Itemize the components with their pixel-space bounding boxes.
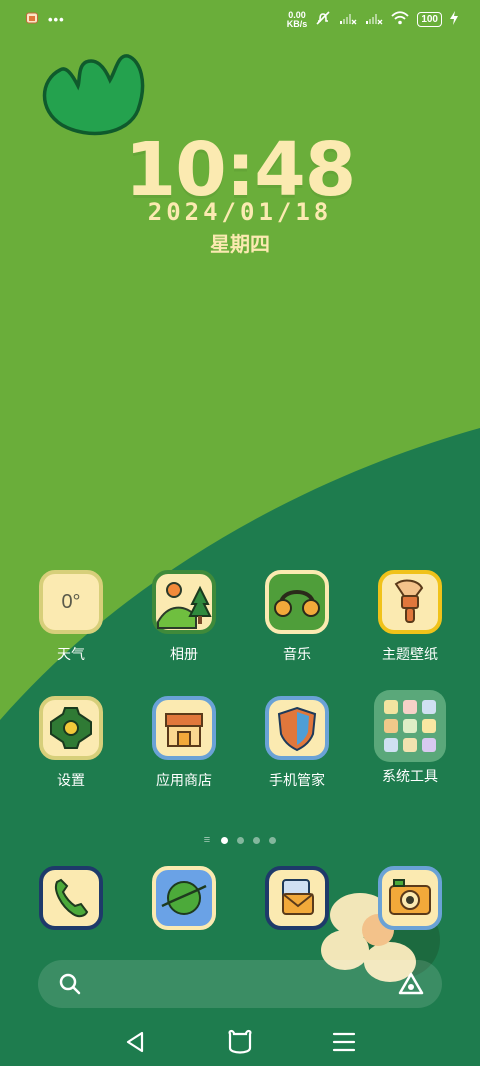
assistant-icon[interactable] xyxy=(398,972,424,1001)
app-settings[interactable]: 设置 xyxy=(16,696,126,790)
search-icon[interactable] xyxy=(58,972,82,1001)
app-gallery[interactable]: 相册 xyxy=(129,570,239,664)
app-store[interactable]: 应用商店 xyxy=(129,696,239,790)
clock-widget[interactable]: 10:48 2024/01/18 星期四 xyxy=(0,130,480,257)
system-tools-folder-icon xyxy=(374,690,446,762)
status-bar: ••• 0.00 KB/s 100 xyxy=(0,0,480,44)
wifi-icon xyxy=(391,11,409,28)
page-dot[interactable] xyxy=(221,836,229,844)
weather-temperature: 0° xyxy=(61,590,81,613)
page-list-icon[interactable]: ≡ xyxy=(204,834,210,846)
signal-1-icon xyxy=(339,11,357,28)
gallery-icon xyxy=(152,570,216,634)
net-speed: 0.00 KB/s xyxy=(286,9,308,29)
phone-manager-icon xyxy=(265,696,329,760)
dock-messages[interactable] xyxy=(242,866,352,930)
weather-icon: 0° xyxy=(39,570,103,634)
app-weather[interactable]: 0° 天气 xyxy=(16,570,126,664)
page-dot[interactable] xyxy=(269,836,277,844)
app-themes[interactable]: 主题壁纸 xyxy=(355,570,465,664)
app-label: 天气 xyxy=(57,646,85,662)
clock-date: 2024/01/18 xyxy=(147,198,333,226)
app-label: 设置 xyxy=(57,772,85,788)
navigation-bar xyxy=(0,1018,480,1066)
dock-camera[interactable] xyxy=(355,866,465,930)
dock-phone[interactable] xyxy=(16,866,126,930)
app-label: 主题壁纸 xyxy=(382,646,438,662)
search-bar[interactable] xyxy=(38,960,442,1008)
page-dot[interactable] xyxy=(237,836,245,844)
app-phone-manager[interactable]: 手机管家 xyxy=(242,696,352,790)
signal-2-icon xyxy=(365,11,383,28)
page-dot[interactable] xyxy=(253,836,261,844)
shop-app-icon xyxy=(26,12,38,27)
menu-icon[interactable] xyxy=(328,1026,360,1058)
app-label: 手机管家 xyxy=(269,772,325,788)
mute-icon xyxy=(315,10,331,29)
browser-icon xyxy=(152,866,216,930)
app-label: 系统工具 xyxy=(382,768,438,784)
home-icon[interactable] xyxy=(224,1026,256,1058)
app-label: 应用商店 xyxy=(156,772,212,788)
page-indicator[interactable]: ≡ xyxy=(0,834,480,846)
settings-icon xyxy=(39,696,103,760)
app-system-tools-folder[interactable]: 系统工具 xyxy=(355,690,465,786)
music-icon xyxy=(265,570,329,634)
app-music[interactable]: 音乐 xyxy=(242,570,352,664)
app-label: 音乐 xyxy=(283,646,311,662)
camera-icon xyxy=(378,866,442,930)
messages-icon xyxy=(265,866,329,930)
app-store-icon xyxy=(152,696,216,760)
charging-icon xyxy=(450,11,458,28)
back-icon[interactable] xyxy=(120,1026,152,1058)
app-label: 相册 xyxy=(170,646,198,662)
phone-icon xyxy=(39,866,103,930)
battery-icon: 100 xyxy=(417,12,442,27)
theme-icon xyxy=(378,570,442,634)
clock-weekday: 星期四 xyxy=(210,234,270,256)
more-dots-icon: ••• xyxy=(48,12,65,27)
dock-browser[interactable] xyxy=(129,866,239,930)
